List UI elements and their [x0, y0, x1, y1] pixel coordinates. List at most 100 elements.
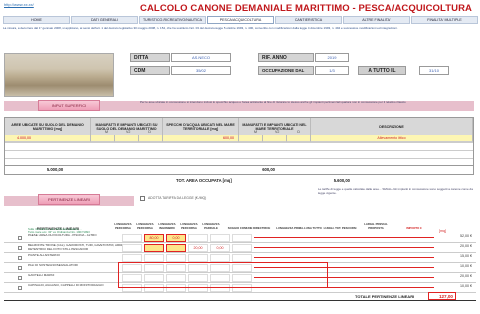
row-length-cell[interactable]	[232, 234, 252, 242]
row-checkbox[interactable]	[18, 276, 22, 280]
bottom-rule	[4, 300, 476, 301]
ditta-field[interactable]: AS.NECO	[171, 53, 231, 62]
row-length-cell[interactable]: 80,00	[144, 234, 164, 242]
row-length-cell[interactable]	[188, 284, 208, 292]
occupazione-from-field[interactable]: 1/3	[315, 66, 349, 75]
mare-d-cell[interactable]	[287, 135, 311, 142]
row-red-rule	[254, 247, 434, 248]
row-length-cell[interactable]	[210, 284, 230, 292]
row-length-cell[interactable]	[166, 244, 186, 252]
tab-pesca-acquicoltura[interactable]: PESCA/ACQUICOLTURA	[207, 16, 274, 24]
tot-area-occupata-label: TOT. AREA OCCUPATA [mq]	[176, 178, 232, 183]
row-length-cell[interactable]	[210, 234, 230, 242]
superfici-row-3[interactable]	[5, 151, 473, 159]
superfici-table: AREE UBICATE SU SUOLO DEL DEMANIO MARITT…	[4, 117, 474, 175]
row-length-cell[interactable]	[144, 274, 164, 282]
row-length-cell[interactable]	[144, 254, 164, 262]
total-aree: 5.000,00	[46, 167, 64, 172]
row-length-cell[interactable]	[232, 284, 252, 292]
occupazione-label: OCCUPAZIONE DAL	[258, 66, 314, 75]
adotta-tariffa-checkbox[interactable]	[140, 196, 145, 201]
row-length-cell[interactable]	[122, 264, 142, 272]
cdm-field[interactable]: 35/02	[171, 66, 231, 75]
row-length-cell[interactable]	[144, 284, 164, 292]
row-checkbox[interactable]	[18, 256, 22, 260]
suolo-v2-cell[interactable]	[115, 135, 139, 142]
row-length-cell[interactable]	[166, 264, 186, 272]
tab-home[interactable]: HOME	[3, 16, 70, 24]
subcols-suolo: M V2 D	[96, 130, 160, 134]
suolo-m-cell[interactable]	[91, 135, 115, 142]
aree-value-cell[interactable]: 4.000,00	[5, 135, 91, 142]
subcol-m: M	[253, 130, 257, 134]
row-length-cell[interactable]	[166, 274, 186, 282]
rif-anno-field[interactable]: 2019	[315, 53, 349, 62]
row-length-cell[interactable]	[144, 264, 164, 272]
pertinenze-col-1-header: LUNGHEZZA PERCORSA	[114, 222, 132, 230]
row-checkbox[interactable]	[18, 246, 22, 250]
row-length-cell[interactable]	[122, 254, 142, 262]
row-length-cell[interactable]	[232, 274, 252, 282]
pertinenze-row: CAPISALDI, AGGANCI, CAPPELLI DI MONITORA…	[4, 283, 476, 293]
pertinenze-col-7-header: LUNGHEZZA PRIMA-LUNA TUTTO	[276, 225, 322, 230]
row-length-cell[interactable]: 0,00	[210, 244, 230, 252]
row-length-cell[interactable]	[232, 244, 252, 252]
total-pertinenze-value: 127,00	[428, 292, 456, 300]
mare-v2-cell[interactable]	[263, 135, 287, 142]
row-importo: 15,00 €	[460, 254, 472, 258]
specchi-value-cell[interactable]: 600,00	[163, 135, 239, 142]
row-length-cell[interactable]: 20,00	[188, 244, 208, 252]
row-checkbox[interactable]	[18, 236, 22, 240]
row-length-cell[interactable]	[188, 264, 208, 272]
pertinenze-lineari-button[interactable]: PERTINENZE LINEARI	[38, 194, 100, 205]
row-length-cell[interactable]	[232, 264, 252, 272]
row-length-cell[interactable]	[188, 274, 208, 282]
site-logo-link[interactable]: http://www.xx.xx/	[4, 2, 50, 9]
row-length-cell[interactable]	[122, 274, 142, 282]
superfici-row-1: 4.000,00 600,00 Allevamento ittico	[5, 135, 473, 143]
total-pertinenze-label: TOTALE PERTINENZE LINEARI	[355, 294, 415, 299]
superfici-row-2[interactable]	[5, 143, 473, 151]
pertinenze-col-3-header: LUNGHEZZA INGOMBRO	[158, 222, 176, 230]
row-length-cell[interactable]	[210, 274, 230, 282]
row-length-cell[interactable]	[122, 234, 142, 242]
subcol-v2: V2	[274, 130, 280, 134]
col-specchi-header: SPECCHI D'ACQUA UBICATI NEL MARE TERRITO…	[163, 118, 239, 135]
row-label: GAVITELLI MARINI	[28, 274, 55, 277]
total-specchi: 600,00	[262, 167, 275, 172]
row-checkbox[interactable]	[18, 286, 22, 290]
tab-turistico-ricreativo-nautica[interactable]: TURISTICO-RICREATIVO/NAUTICA	[139, 16, 206, 24]
input-superfici-button[interactable]: INPUT SUPERFICI	[38, 100, 100, 111]
row-length-cell[interactable]: 0,00	[166, 234, 186, 242]
row-red-rule	[254, 267, 434, 268]
col-aree-header: AREE UBICATE SU SUOLO DEL DEMANIO MARITT…	[5, 118, 91, 135]
row-length-cell[interactable]	[122, 284, 142, 292]
row-checkbox[interactable]	[18, 266, 22, 270]
descrizione-cell[interactable]: Allevamento ittico	[311, 135, 473, 142]
legal-note: La misura, a decorrere dal 1° gennaio 20…	[3, 26, 398, 30]
row-red-rule	[254, 287, 434, 288]
row-length-cell[interactable]	[188, 254, 208, 262]
tab-cantieristica[interactable]: CANTIERISTICA	[275, 16, 342, 24]
row-length-cell[interactable]	[166, 254, 186, 262]
superfici-row-4[interactable]	[5, 159, 473, 166]
pertinenze-row: PAESE: AREA OLIVICOLTURA - PISCINA - ALT…	[4, 233, 476, 243]
suolo-d-cell[interactable]	[139, 135, 163, 142]
superfici-help-text: Per le aree ubicate in concessione si in…	[140, 101, 406, 104]
mare-m-cell[interactable]	[239, 135, 263, 142]
row-red-rule	[254, 257, 434, 258]
pertinenze-col-2-header: LUNGHEZZA PERCORSA	[136, 222, 154, 230]
a-tutto-field[interactable]: 31/10	[419, 66, 449, 75]
row-length-cell[interactable]	[188, 234, 208, 242]
row-length-cell[interactable]	[232, 254, 252, 262]
tab-finalita-multiple[interactable]: FINALITA' MULTIPLE	[411, 16, 478, 24]
row-length-cell[interactable]	[210, 264, 230, 272]
row-length-cell[interactable]	[144, 244, 164, 252]
row-length-cell[interactable]	[122, 244, 142, 252]
pertinenze-row: GAVITELLI MARINI 20,00 €	[4, 273, 476, 283]
row-length-cell[interactable]	[210, 254, 230, 262]
tab-altre-finalita[interactable]: ALTRE FINALITA'	[343, 16, 410, 24]
cdm-label: CDM	[130, 66, 170, 75]
tab-dati-generali[interactable]: DATI GENERALI	[71, 16, 138, 24]
row-length-cell[interactable]	[166, 284, 186, 292]
